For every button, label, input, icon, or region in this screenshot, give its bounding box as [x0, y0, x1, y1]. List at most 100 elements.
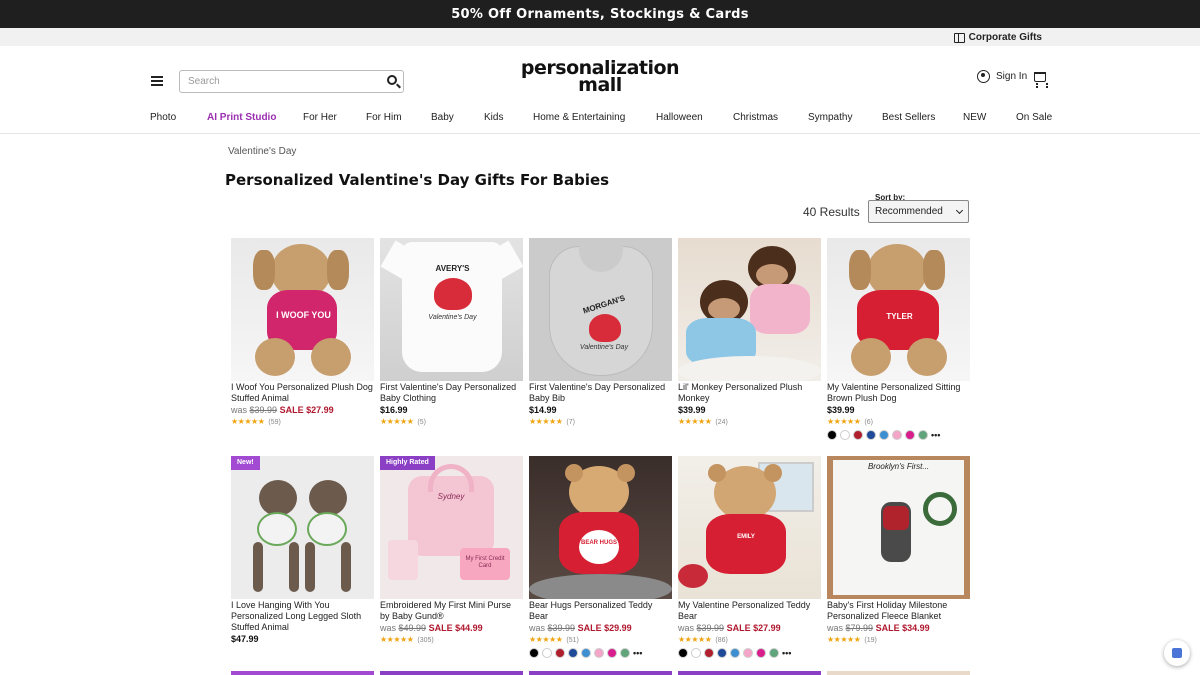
- product-rating: ★★★★★ (51): [529, 635, 579, 644]
- nav-item-for-him[interactable]: For Him: [366, 112, 402, 123]
- product-price: $16.99: [380, 405, 408, 415]
- swatch-magenta[interactable]: [756, 648, 766, 658]
- swatch-navy[interactable]: [717, 648, 727, 658]
- product-image-subtext: Valentine's Day: [579, 344, 629, 351]
- nav-item-photo[interactable]: Photo: [150, 112, 176, 123]
- nav-item-on-sale[interactable]: On Sale: [1016, 112, 1052, 123]
- gift-icon: [953, 33, 965, 43]
- swatch-pink[interactable]: [594, 648, 604, 658]
- nav-item-best-sellers[interactable]: Best Sellers: [882, 112, 935, 123]
- swatch-black[interactable]: [827, 430, 837, 440]
- swatch-pink[interactable]: [892, 430, 902, 440]
- swatch-navy[interactable]: [866, 430, 876, 440]
- product-name[interactable]: I Love Hanging With You Personalized Lon…: [231, 600, 374, 633]
- product-rating: ★★★★★ (6): [827, 417, 873, 426]
- swatch-blue[interactable]: [879, 430, 889, 440]
- product-name[interactable]: Embroidered My First Mini Purse by Baby …: [380, 600, 523, 622]
- product-card[interactable]: TYLER My Valentine Personalized Sitting …: [827, 238, 970, 440]
- product-name[interactable]: My Valentine Personalized Sitting Brown …: [827, 382, 970, 404]
- main-nav: Photo AI Print Studio For Her For Him Ba…: [0, 106, 1200, 134]
- product-price: was $79.99 SALE $34.99: [827, 623, 930, 633]
- product-image[interactable]: MORGAN'S Valentine's Day: [529, 238, 672, 381]
- product-name[interactable]: My Valentine Personalized Teddy Bear: [678, 600, 821, 622]
- product-card[interactable]: Highly Rated Sydney My First Credit Card…: [380, 456, 523, 644]
- nav-item-home-entertaining[interactable]: Home & Entertaining: [533, 112, 625, 123]
- cart-icon[interactable]: [1034, 71, 1049, 86]
- swatch-blue[interactable]: [581, 648, 591, 658]
- swatch-red[interactable]: [555, 648, 565, 658]
- product-rating: ★★★★★ (86): [678, 635, 728, 644]
- swatch-red[interactable]: [853, 430, 863, 440]
- product-name[interactable]: First Valentine's Day Personalized Baby …: [529, 382, 672, 404]
- product-image-subtext: My First Credit Card: [460, 548, 510, 580]
- swatch-white[interactable]: [840, 430, 850, 440]
- sort-select[interactable]: Recommended: [868, 200, 969, 223]
- product-card[interactable]: EMILY My Valentine Personalized Teddy Be…: [678, 456, 821, 658]
- product-name[interactable]: First Valentine's Day Personalized Baby …: [380, 382, 523, 404]
- product-image[interactable]: Highly Rated Sydney My First Credit Card: [380, 456, 523, 599]
- more-swatches-icon[interactable]: •••: [931, 431, 940, 440]
- swatch-green[interactable]: [769, 648, 779, 658]
- swatch-pink[interactable]: [743, 648, 753, 658]
- search-icon[interactable]: [387, 75, 397, 85]
- swatch-white[interactable]: [542, 648, 552, 658]
- nav-item-christmas[interactable]: Christmas: [733, 112, 778, 123]
- product-image[interactable]: AVERY'S Valentine's Day: [380, 238, 523, 381]
- promo-banner[interactable]: 50% Off Ornaments, Stockings & Cards: [0, 0, 1200, 28]
- swatch-magenta[interactable]: [905, 430, 915, 440]
- product-price: $47.99: [231, 634, 259, 644]
- product-card[interactable]: Brooklyn's First... Baby's First Holiday…: [827, 456, 970, 644]
- product-card[interactable]: I WOOF YOU I Woof You Personalized Plush…: [231, 238, 374, 426]
- product-image[interactable]: [678, 238, 821, 381]
- nav-item-halloween[interactable]: Halloween: [656, 112, 703, 123]
- nav-item-ai-print-studio[interactable]: AI Print Studio: [207, 112, 276, 123]
- menu-icon[interactable]: [151, 76, 163, 86]
- user-icon[interactable]: [977, 70, 990, 83]
- swatch-black[interactable]: [529, 648, 539, 658]
- swatch-blue[interactable]: [730, 648, 740, 658]
- nav-item-for-her[interactable]: For Her: [303, 112, 337, 123]
- corporate-gifts-link[interactable]: Corporate Gifts: [969, 32, 1042, 43]
- swatch-green[interactable]: [918, 430, 928, 440]
- nav-item-new[interactable]: NEW: [963, 112, 986, 123]
- product-name[interactable]: Lil' Monkey Personalized Plush Monkey: [678, 382, 821, 404]
- swatch-black[interactable]: [678, 648, 688, 658]
- nav-item-sympathy[interactable]: Sympathy: [808, 112, 852, 123]
- next-row-card-top: [678, 671, 821, 675]
- product-image[interactable]: EMILY: [678, 456, 821, 599]
- swatch-navy[interactable]: [568, 648, 578, 658]
- next-row-card-top: [380, 671, 523, 675]
- breadcrumb[interactable]: Valentine's Day: [228, 146, 296, 157]
- product-card[interactable]: AVERY'S Valentine's Day First Valentine'…: [380, 238, 523, 426]
- product-card[interactable]: New! I Love Hanging With You Personalize…: [231, 456, 374, 644]
- nav-item-baby[interactable]: Baby: [431, 112, 454, 123]
- product-name[interactable]: I Woof You Personalized Plush Dog Stuffe…: [231, 382, 374, 404]
- product-name[interactable]: Bear Hugs Personalized Teddy Bear: [529, 600, 672, 622]
- swatch-white[interactable]: [691, 648, 701, 658]
- sign-in-link[interactable]: Sign In: [996, 71, 1027, 82]
- swatch-green[interactable]: [620, 648, 630, 658]
- product-card[interactable]: MORGAN'S Valentine's Day First Valentine…: [529, 238, 672, 426]
- swatch-red[interactable]: [704, 648, 714, 658]
- product-image[interactable]: Brooklyn's First...: [827, 456, 970, 599]
- more-swatches-icon[interactable]: •••: [633, 649, 642, 658]
- chat-widget-icon[interactable]: [1164, 640, 1190, 666]
- product-image-text: Sydney: [437, 492, 465, 501]
- product-image[interactable]: TYLER: [827, 238, 970, 381]
- product-name[interactable]: Baby's First Holiday Milestone Personali…: [827, 600, 970, 622]
- product-image-text: TYLER: [886, 312, 913, 321]
- product-card[interactable]: Lil' Monkey Personalized Plush Monkey $3…: [678, 238, 821, 426]
- color-swatches: •••: [529, 648, 672, 658]
- search-input[interactable]: Search: [179, 70, 404, 93]
- product-rating: ★★★★★ (24): [678, 417, 728, 426]
- nav-item-kids[interactable]: Kids: [484, 112, 503, 123]
- swatch-magenta[interactable]: [607, 648, 617, 658]
- more-swatches-icon[interactable]: •••: [782, 649, 791, 658]
- product-image-text: BEAR HUGS: [579, 530, 619, 564]
- product-image[interactable]: I WOOF YOU: [231, 238, 374, 381]
- product-image[interactable]: New!: [231, 456, 374, 599]
- product-card[interactable]: BEAR HUGS Bear Hugs Personalized Teddy B…: [529, 456, 672, 658]
- product-image[interactable]: BEAR HUGS: [529, 456, 672, 599]
- product-price: $39.99: [827, 405, 855, 415]
- site-logo[interactable]: personalization mall: [500, 59, 700, 95]
